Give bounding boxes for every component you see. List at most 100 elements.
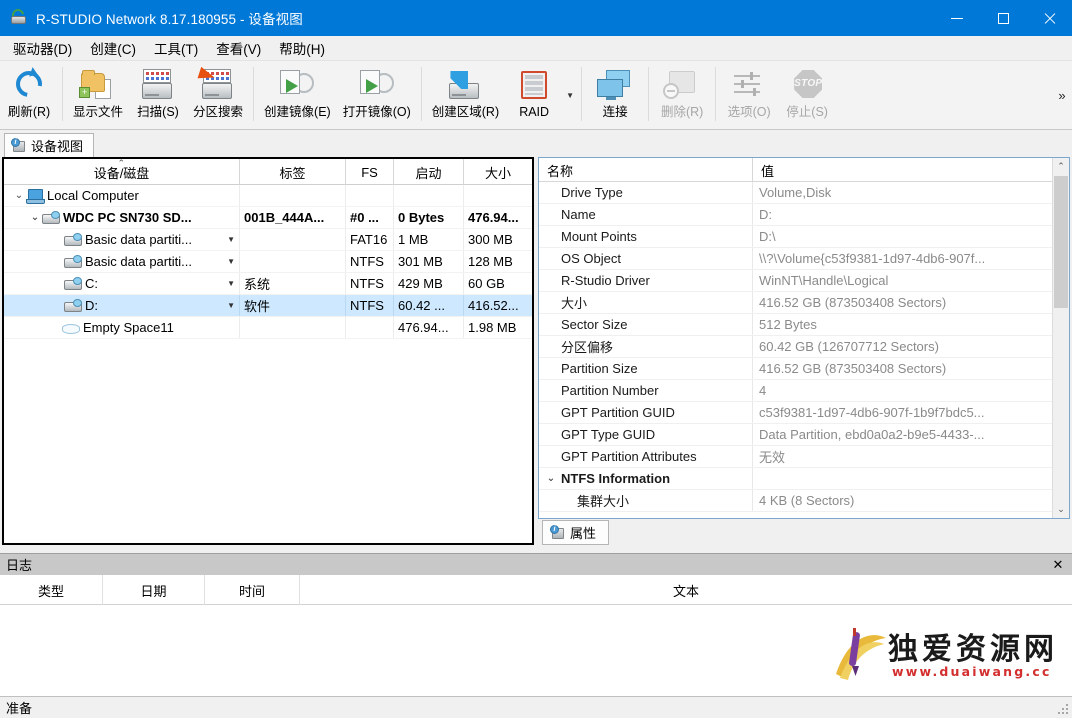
row-label	[240, 229, 346, 250]
property-value: 416.52 GB (873503408 Sectors)	[759, 295, 947, 310]
table-row[interactable]: Basic data partiti... ▼ NTFS 301 MB 128 …	[4, 251, 532, 273]
expand-toggle-icon[interactable]: ⌄	[12, 190, 26, 201]
property-row[interactable]: Sector Size 512 Bytes	[539, 314, 1069, 336]
table-row[interactable]: D: ▼ 软件 NTFS 60.42 ... 416.52...	[4, 295, 532, 317]
log-title-bar: 日志 ✕	[0, 553, 1072, 575]
log-panel: 日志 ✕ 类型 日期 时间 文本	[0, 553, 1072, 705]
row-label: 软件	[240, 295, 346, 316]
property-row[interactable]: OS Object \\?\Volume{c53f9381-1d97-4db6-…	[539, 248, 1069, 270]
property-group-row[interactable]: ⌄ NTFS Information	[539, 468, 1069, 490]
property-row[interactable]: 分区偏移 60.42 GB (126707712 Sectors)	[539, 336, 1069, 358]
property-row[interactable]: 大小 416.52 GB (873503408 Sectors)	[539, 292, 1069, 314]
log-column-type[interactable]: 类型	[0, 575, 103, 605]
toolbar-button-connect[interactable]: 连接	[586, 64, 644, 126]
row-size: 128 MB	[468, 254, 513, 269]
column-header-name[interactable]: 名称	[539, 158, 753, 182]
device-tree-panel[interactable]: ⌃ 设备/磁盘 标签 FS 启动 大小 ⌄ Local Computer ⌄ W…	[2, 157, 534, 545]
open-image-icon	[354, 67, 400, 105]
drive-icon	[64, 233, 82, 246]
log-column-date[interactable]: 日期	[103, 575, 205, 605]
property-row[interactable]: Partition Size 416.52 GB (873503408 Sect…	[539, 358, 1069, 380]
toolbar-button-show-files[interactable]: + 显示文件	[67, 64, 129, 126]
property-row[interactable]: GPT Partition Attributes 无效	[539, 446, 1069, 468]
row-dropdown-arrow-icon[interactable]: ▼	[223, 235, 235, 244]
toolbar-button-create-image[interactable]: 创建镜像(E)	[258, 64, 337, 126]
toolbar-button-create-region[interactable]: 创建区域(R)	[426, 64, 505, 126]
toolbar-button-scan[interactable]: 扫描(S)	[129, 64, 187, 126]
toolbar-label: 扫描(S)	[137, 105, 179, 119]
log-header: 类型 日期 时间 文本	[0, 575, 1072, 605]
property-row[interactable]: R-Studio Driver WinNT\Handle\Logical	[539, 270, 1069, 292]
column-header-boot[interactable]: 启动	[394, 159, 464, 185]
row-name: Basic data partiti...	[85, 254, 192, 269]
properties-panel[interactable]: 名称 值 Drive Type Volume,Disk Name D: Moun…	[538, 157, 1070, 519]
scrollbar-thumb[interactable]	[1054, 176, 1068, 308]
log-column-time[interactable]: 时间	[205, 575, 300, 605]
scroll-up-icon[interactable]: ⌃	[1053, 158, 1069, 175]
table-row[interactable]: ⌄ Local Computer	[4, 185, 532, 207]
row-size: 416.52...	[468, 298, 519, 313]
property-name: 集群大小	[539, 490, 753, 511]
property-value: 无效	[759, 450, 786, 465]
property-value	[753, 468, 1069, 489]
expand-toggle-icon[interactable]: ⌄	[28, 212, 42, 223]
toolbar-button-refresh[interactable]: 刷新(R)	[0, 64, 58, 126]
properties-scrollbar[interactable]: ⌃ ⌄	[1052, 158, 1069, 518]
row-boot: 429 MB	[394, 273, 464, 294]
log-column-text[interactable]: 文本	[300, 575, 1072, 605]
tab-properties[interactable]: i 属性	[542, 520, 610, 545]
menu-create[interactable]: 创建(C)	[81, 35, 145, 61]
row-label: 系统	[240, 273, 346, 294]
column-header-device-disk[interactable]: ⌃ 设备/磁盘	[4, 159, 240, 185]
table-row[interactable]: C: ▼ 系统 NTFS 429 MB 60 GB	[4, 273, 532, 295]
resize-grip-icon[interactable]	[1058, 704, 1070, 716]
refresh-icon	[6, 65, 52, 105]
table-row[interactable]: Empty Space11 476.94... 1.98 MB	[4, 317, 532, 339]
drive-icon	[64, 255, 82, 268]
partition-search-icon	[195, 66, 241, 105]
property-row[interactable]: Mount Points D:\	[539, 226, 1069, 248]
property-row[interactable]: Name D:	[539, 204, 1069, 226]
device-tree-body: ⌄ Local Computer ⌄ WDC PC SN730 SD... 00…	[4, 185, 532, 339]
column-header-fs[interactable]: FS	[346, 159, 394, 185]
toolbar-button-open-image[interactable]: 打开镜像(O)	[337, 64, 417, 126]
maximize-button[interactable]	[980, 0, 1026, 36]
property-row[interactable]: 集群大小 4 KB (8 Sectors) ▼	[539, 490, 1069, 512]
toolbar-button-options: 选项(O)	[720, 64, 778, 126]
table-row[interactable]: ⌄ WDC PC SN730 SD... 001B_444A... #0 ...…	[4, 207, 532, 229]
tab-label: 设备视图	[31, 139, 84, 154]
column-header-label[interactable]: 标签	[240, 159, 346, 185]
menu-tools[interactable]: 工具(T)	[145, 35, 207, 61]
log-close-icon[interactable]: ✕	[1050, 557, 1066, 573]
raid-dropdown-arrow-icon[interactable]: ▼	[563, 64, 577, 126]
rstudio-disk-icon	[9, 6, 28, 27]
menu-view[interactable]: 查看(V)	[207, 35, 270, 61]
scroll-down-icon[interactable]: ⌄	[1053, 501, 1069, 518]
row-dropdown-arrow-icon[interactable]: ▼	[223, 257, 235, 266]
row-dropdown-arrow-icon[interactable]: ▼	[223, 301, 235, 310]
minimize-button[interactable]	[934, 0, 980, 36]
expand-toggle-icon[interactable]: ⌄	[545, 473, 557, 484]
column-header-value[interactable]: 值	[753, 158, 1069, 182]
tab-device-view[interactable]: i 设备视图	[4, 133, 95, 157]
property-row[interactable]: GPT Type GUID Data Partition, ebd0a0a2-b…	[539, 424, 1069, 446]
toolbar-label: 显示文件	[73, 105, 124, 119]
log-body[interactable]	[0, 605, 1072, 705]
row-dropdown-arrow-icon[interactable]: ▼	[223, 279, 235, 288]
table-row[interactable]: Basic data partiti... ▼ FAT16 1 MB 300 M…	[4, 229, 532, 251]
property-name: GPT Partition Attributes	[539, 446, 753, 467]
close-button[interactable]	[1026, 0, 1072, 36]
toolbar-overflow-button[interactable]: »	[1052, 64, 1072, 126]
toolbar-group-region-raid: 创建区域(R) RAID ▼	[426, 64, 577, 128]
property-value: Volume,Disk	[759, 185, 832, 200]
column-header-size[interactable]: 大小	[464, 159, 532, 185]
device-view-tabstrip: i 设备视图	[0, 131, 536, 157]
property-row[interactable]: Partition Number 4	[539, 380, 1069, 402]
toolbar-group-connect: 连接	[586, 64, 644, 128]
toolbar-button-raid[interactable]: RAID	[505, 64, 563, 126]
property-row[interactable]: GPT Partition GUID c53f9381-1d97-4db6-90…	[539, 402, 1069, 424]
toolbar-button-partition-search[interactable]: 分区搜索	[187, 64, 249, 126]
property-row[interactable]: Drive Type Volume,Disk	[539, 182, 1069, 204]
menu-help[interactable]: 帮助(H)	[270, 35, 334, 61]
menu-drives[interactable]: 驱动器(D)	[4, 35, 81, 61]
